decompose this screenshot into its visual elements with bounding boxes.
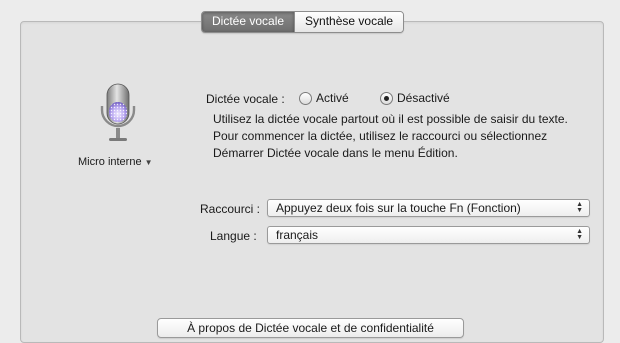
dictation-label: Dictée vocale : <box>206 92 285 106</box>
language-select[interactable]: français ▲ ▼ <box>267 226 590 244</box>
tab-speech-synthesis[interactable]: Synthèse vocale <box>294 12 404 32</box>
radio-off[interactable]: Désactivé <box>380 91 450 105</box>
radio-on-label: Activé <box>316 91 349 105</box>
dictation-panel <box>20 21 604 343</box>
chevron-down-icon: ▼ <box>144 158 153 167</box>
radio-off-label: Désactivé <box>397 91 450 105</box>
language-value: français <box>276 228 319 242</box>
about-privacy-button[interactable]: À propos de Dictée vocale et de confiden… <box>157 318 464 338</box>
microphone-icon <box>100 83 136 141</box>
radio-circle-off <box>380 91 393 105</box>
mic-source-label: Micro interne <box>78 156 142 168</box>
radio-on[interactable]: Activé <box>299 91 349 105</box>
tab-bar: Dictée vocale Synthèse vocale <box>201 11 405 33</box>
shortcut-value: Appuyez deux fois sur la touche Fn (Fonc… <box>276 201 521 215</box>
updown-arrows-icon: ▲ ▼ <box>576 228 583 241</box>
radio-circle-on <box>299 91 312 105</box>
shortcut-label: Raccourci : <box>200 202 261 216</box>
updown-arrows-icon: ▲ ▼ <box>576 201 583 214</box>
dictation-description: Utilisez la dictée vocale partout où il … <box>213 112 568 160</box>
mic-source-popup[interactable]: Micro interne ▼ <box>78 156 153 168</box>
language-label: Langue : <box>210 229 257 243</box>
tab-dictation[interactable]: Dictée vocale <box>202 12 295 32</box>
shortcut-select[interactable]: Appuyez deux fois sur la touche Fn (Fonc… <box>267 199 590 217</box>
